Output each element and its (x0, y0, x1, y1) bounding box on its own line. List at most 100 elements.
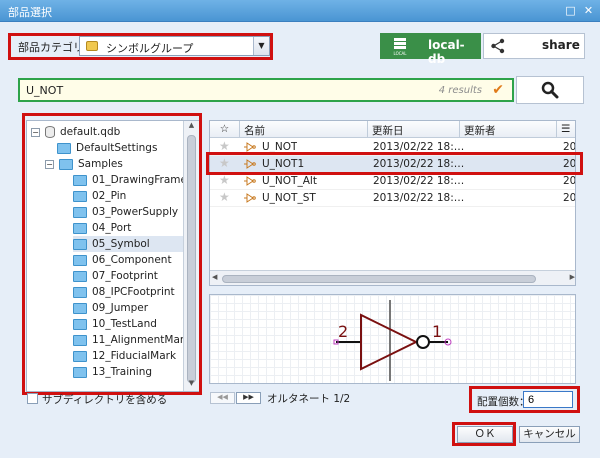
symbol-preview: 2 1 (209, 294, 576, 384)
favorite-star-icon[interactable]: ★ (219, 156, 230, 170)
row-extra: 20 (563, 192, 576, 204)
category-value: シンボルグループ (106, 42, 194, 55)
folder-icon (73, 206, 87, 218)
tree-item-label: 11_AlignmentMark (92, 334, 191, 346)
collapse-icon[interactable]: − (45, 159, 54, 169)
scroll-right-icon[interactable]: ▶ (570, 273, 575, 281)
tree-item[interactable]: 12_FiducialMark (73, 348, 176, 364)
column-menu-icon[interactable]: ☰ (557, 121, 575, 138)
window-title: 部品選択 (8, 6, 52, 19)
chevron-down-icon[interactable]: ▼ (253, 37, 269, 55)
alternate-next-button[interactable]: ▶▶ (236, 392, 261, 404)
folder-icon (59, 158, 73, 170)
search-button[interactable] (516, 76, 584, 104)
folder-tree[interactable]: − default.qdb DefaultSettings − Samples … (26, 120, 200, 392)
scroll-left-icon[interactable]: ◀ (212, 273, 217, 281)
row-name: U_NOT (262, 141, 298, 153)
scrollbar-thumb[interactable] (187, 135, 196, 383)
tree-item-label: 03_PowerSupply (92, 206, 179, 218)
header-updated[interactable]: 更新日 (368, 121, 460, 138)
include-subdir-label: サブディレクトリを含める (42, 394, 168, 406)
category-select[interactable]: シンボルグループ ▼ (79, 36, 270, 56)
row-name: U_NOT_Alt (262, 175, 317, 187)
tree-item-label: 02_Pin (92, 190, 127, 202)
folder-icon (73, 318, 87, 330)
header-star[interactable]: ☆ (210, 121, 240, 138)
table-row[interactable]: ★ U_NOT_Alt 2013/02/22 18:… 20 (210, 173, 576, 190)
tree-item[interactable]: 02_Pin (73, 188, 126, 204)
database-file-icon (45, 126, 55, 138)
folder-icon (73, 222, 87, 234)
folder-icon (57, 142, 71, 154)
list-header: ☆ 名前 更新日 更新者 ☰ (210, 121, 575, 138)
maximize-button[interactable]: □ (562, 3, 579, 18)
not-gate-symbol: 2 1 (333, 300, 452, 381)
search-input[interactable]: U_NOT 4 results ✔ (18, 78, 514, 102)
favorite-star-icon[interactable]: ★ (219, 173, 230, 187)
category-label: 部品カテゴリ (18, 41, 84, 54)
not-gate-icon (244, 159, 256, 169)
favorite-star-icon[interactable]: ★ (219, 190, 230, 204)
tree-root[interactable]: − default.qdb (31, 124, 120, 140)
database-icon: LOCAL (394, 38, 407, 56)
tree-item[interactable]: 10_TestLand (73, 316, 157, 332)
folder-icon (73, 174, 87, 186)
header-updater[interactable]: 更新者 (460, 121, 557, 138)
list-scrollbar[interactable]: ◀ ▶ (210, 270, 575, 285)
scroll-up-icon[interactable]: ▲ (184, 121, 199, 133)
cancel-button[interactable]: キャンセル (519, 426, 580, 443)
tree-item-label: 13_Training (92, 366, 153, 378)
placement-count-input[interactable] (523, 391, 573, 408)
row-updated: 2013/02/22 18:… (373, 175, 465, 187)
tree-item[interactable]: 13_Training (73, 364, 152, 380)
tree-item[interactable]: 09_Jumper (73, 300, 148, 316)
parts-list[interactable]: ☆ 名前 更新日 更新者 ☰ ★ U_NOT 2013/02/22 18:… 2… (209, 120, 576, 286)
folder-icon (73, 190, 87, 202)
folder-icon (73, 238, 87, 250)
ok-button[interactable]: ＯＫ (457, 426, 513, 443)
inversion-bubble (416, 335, 430, 349)
alternate-prev-button[interactable]: ◀◀ (210, 392, 235, 404)
local-db-button[interactable]: LOCAL local-db (380, 33, 481, 66)
row-extra: 20 (563, 141, 576, 153)
folder-icon (73, 254, 87, 266)
table-row[interactable]: ★ U_NOT_ST 2013/02/22 18:… 20 (210, 190, 576, 207)
pin-number-right: 1 (432, 322, 442, 341)
share-label: share (542, 38, 580, 52)
tree-scrollbar[interactable]: ▲ ▼ (183, 121, 199, 391)
folder-icon (73, 270, 87, 282)
tree-root-label: default.qdb (60, 126, 121, 138)
alternate-label: オルタネート 1/2 (267, 393, 351, 405)
include-subdir-checkbox[interactable] (27, 393, 38, 404)
row-name: U_NOT_ST (262, 192, 316, 204)
scroll-down-icon[interactable]: ▼ (184, 379, 199, 391)
not-gate-icon (244, 142, 256, 152)
placement-count-label: 配置個数： (477, 396, 530, 408)
close-button[interactable]: ✕ (580, 3, 597, 18)
tree-item[interactable]: DefaultSettings (57, 140, 157, 156)
favorite-star-icon[interactable]: ★ (219, 139, 230, 153)
tree-item[interactable]: 06_Component (73, 252, 172, 268)
header-name[interactable]: 名前 (240, 121, 368, 138)
tree-item[interactable]: 01_DrawingFrame (73, 172, 187, 188)
tree-item[interactable]: 03_PowerSupply (73, 204, 178, 220)
tree-item[interactable]: 04_Port (73, 220, 131, 236)
share-button[interactable]: share (483, 33, 585, 59)
tree-item[interactable]: 07_Footprint (73, 268, 158, 284)
tree-item[interactable]: 08_IPCFootprint (73, 284, 175, 300)
tree-item-label: 07_Footprint (92, 270, 158, 282)
tree-item-label: 04_Port (92, 222, 132, 234)
tree-item[interactable]: − Samples (45, 156, 123, 172)
tree-item[interactable]: 11_AlignmentMark (73, 332, 190, 348)
table-row-selected[interactable]: ★ U_NOT1 2013/02/22 18:… 20 (210, 156, 575, 173)
row-extra: 20 (563, 175, 576, 187)
tree-item-selected[interactable]: 05_Symbol (73, 236, 183, 252)
scrollbar-thumb[interactable] (222, 275, 536, 283)
window-titlebar: 部品選択 □ ✕ (0, 0, 600, 22)
folder-icon (73, 286, 87, 298)
collapse-icon[interactable]: − (31, 127, 40, 137)
table-row[interactable]: ★ U_NOT 2013/02/22 18:… 20 (210, 139, 576, 156)
row-updated: 2013/02/22 18:… (373, 158, 465, 170)
search-result-count: 4 results (438, 85, 482, 96)
row-name: U_NOT1 (262, 158, 305, 170)
